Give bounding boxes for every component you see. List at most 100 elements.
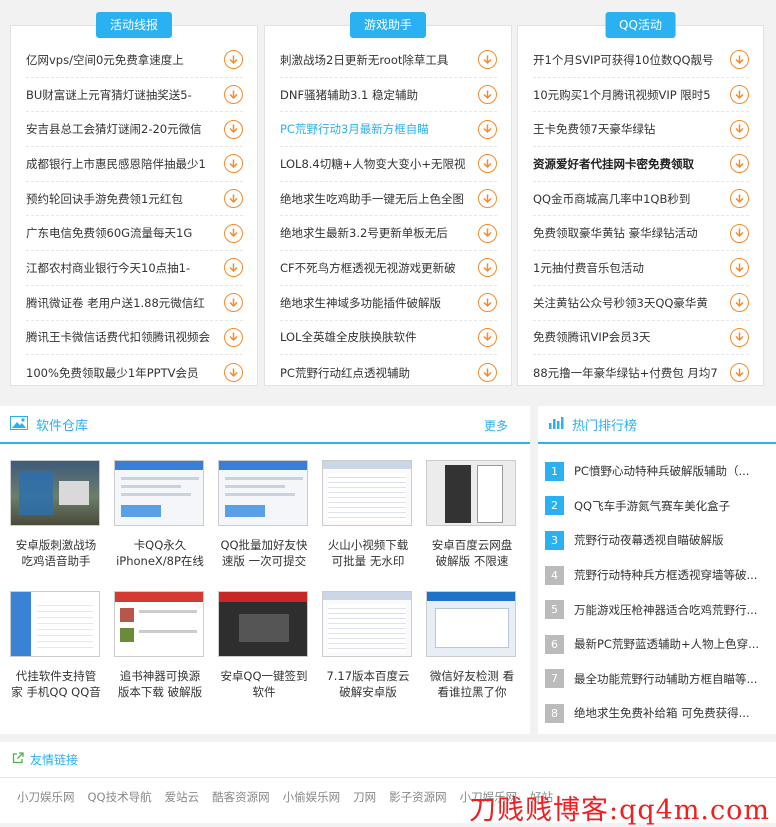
item-title[interactable]: 88元撸一年豪华绿钻+付费包 月均7: [533, 365, 718, 381]
download-icon[interactable]: [730, 327, 749, 347]
ranking-item[interactable]: 2 QQ飞车手游氮气赛车美化盒子: [545, 489, 771, 524]
list-item[interactable]: 广东电信免费领60G流量每天1G: [26, 216, 243, 252]
item-title[interactable]: 亿网vps/空间0元免费拿速度上: [26, 52, 184, 68]
software-caption[interactable]: 火山小视频下载 可批量 无水印: [318, 537, 418, 569]
item-title[interactable]: PC荒野行动3月最新方框自瞄: [280, 121, 429, 137]
ranking-item[interactable]: 6 最新PC荒野蓝透辅助+人物上色穿...: [545, 627, 771, 662]
software-thumbnail[interactable]: [322, 591, 412, 657]
ranking-item[interactable]: 1 PC憤野心动特种兵破解版辅助（...: [545, 454, 771, 489]
software-card[interactable]: QQ批量加好友快 速版 一次可提交: [218, 460, 310, 569]
ranking-title[interactable]: 荒野行动夜幕透视自瞄破解版: [574, 532, 762, 548]
caption-line[interactable]: 火山小视频下载: [318, 537, 418, 553]
software-card[interactable]: 7.17版本百度云 破解安卓版: [322, 591, 414, 700]
download-icon[interactable]: [730, 293, 749, 313]
download-icon[interactable]: [224, 119, 243, 139]
friend-link[interactable]: 刀网: [353, 789, 376, 805]
download-icon[interactable]: [730, 154, 749, 174]
list-item[interactable]: 江都农村商业银行今天10点抽1-: [26, 251, 243, 286]
item-title[interactable]: CF不死鸟方框透视无视游戏更新破: [280, 260, 456, 276]
software-thumbnail[interactable]: [426, 591, 516, 657]
download-icon[interactable]: [478, 189, 497, 209]
software-card[interactable]: 卡QQ永久 iPhoneX/8P在线: [114, 460, 206, 569]
software-card[interactable]: 安卓版刺激战场 吃鸡语音助手: [10, 460, 102, 569]
download-icon[interactable]: [478, 258, 497, 278]
software-caption[interactable]: 安卓版刺激战场 吃鸡语音助手: [6, 537, 106, 569]
software-caption[interactable]: 安卓QQ一键签到 软件: [214, 668, 314, 700]
caption-line[interactable]: 微信好友检测 看: [422, 668, 522, 684]
caption-line[interactable]: 可批量 无水印: [318, 553, 418, 569]
caption-line[interactable]: 7.17版本百度云: [318, 668, 418, 684]
software-card[interactable]: 火山小视频下载 可批量 无水印: [322, 460, 414, 569]
ranking-item[interactable]: 3 荒野行动夜幕透视自瞄破解版: [545, 523, 771, 558]
list-item[interactable]: 资源爱好者代挂网卡密免费领取: [533, 147, 749, 182]
list-item[interactable]: 10元购买1个月腾讯视频VIP 限时5: [533, 78, 749, 113]
list-item[interactable]: LOL8.4切糖+人物变大变小+无限视: [280, 147, 497, 182]
friend-link[interactable]: 酷客资源网: [212, 789, 270, 805]
software-thumbnail[interactable]: [322, 460, 412, 526]
download-icon[interactable]: [478, 154, 497, 174]
ranking-title[interactable]: 荒野行动特种兵方框透视穿墙等破...: [574, 567, 762, 583]
software-caption[interactable]: 7.17版本百度云 破解安卓版: [318, 668, 418, 700]
column-title[interactable]: 活动线报: [95, 12, 173, 38]
item-title[interactable]: 王卡免费领7天豪华绿钻: [533, 121, 655, 137]
friend-link[interactable]: 影子资源网: [389, 789, 447, 805]
download-icon[interactable]: [730, 363, 749, 383]
list-item[interactable]: CF不死鸟方框透视无视游戏更新破: [280, 251, 497, 286]
caption-line[interactable]: iPhoneX/8P在线: [110, 553, 210, 569]
list-item[interactable]: 绝地求生神域多功能插件破解版: [280, 286, 497, 321]
software-thumbnail[interactable]: [426, 460, 516, 526]
friend-link[interactable]: QQ技术导航: [88, 789, 152, 805]
friend-link[interactable]: 小刀娱乐网: [17, 789, 75, 805]
column-title[interactable]: QQ活动: [605, 12, 676, 38]
item-title[interactable]: 刺激战场2日更新无root除草工具: [280, 52, 448, 68]
item-title[interactable]: 资源爱好者代挂网卡密免费领取: [533, 156, 694, 172]
friend-link[interactable]: 小偷娱乐网: [283, 789, 341, 805]
item-title[interactable]: 腾讯王卡微信话费代扣领腾讯视频会: [26, 329, 210, 345]
item-title[interactable]: DNF骚猪辅助3.1 稳定辅助: [280, 87, 418, 103]
ranking-title[interactable]: 万能游戏压枪神器适合吃鸡荒野行...: [574, 602, 762, 618]
ranking-item[interactable]: 7 最全功能荒野行动辅助方框自瞄等...: [545, 662, 771, 697]
download-icon[interactable]: [224, 223, 243, 243]
download-icon[interactable]: [224, 258, 243, 278]
software-caption[interactable]: 代挂软件支持管家 手机QQ QQ音: [6, 668, 106, 700]
software-caption[interactable]: 追书神器可换源 版本下载 破解版: [110, 668, 210, 700]
item-title[interactable]: 开1个月SVIP可获得10位数QQ靓号: [533, 52, 714, 68]
download-icon[interactable]: [478, 327, 497, 347]
list-item[interactable]: 免费领腾讯VIP会员3天: [533, 321, 749, 356]
download-icon[interactable]: [730, 189, 749, 209]
ranking-title[interactable]: QQ飞车手游氮气赛车美化盒子: [574, 498, 762, 514]
list-item[interactable]: 成都银行上市惠民感恩陪伴抽最少1: [26, 147, 243, 182]
list-item[interactable]: 亿网vps/空间0元免费拿速度上: [26, 43, 243, 78]
list-item[interactable]: 腾讯王卡微信话费代扣领腾讯视频会: [26, 321, 243, 356]
list-item[interactable]: BU财富谜上元宵猜灯谜抽奖送5-: [26, 78, 243, 113]
list-item[interactable]: 安吉县总工会猜灯谜闹2-20元微信: [26, 112, 243, 148]
list-item[interactable]: LOL全英雄全皮肤换肤软件: [280, 321, 497, 356]
software-caption[interactable]: 安卓百度云网盘 破解版 不限速: [422, 537, 522, 569]
software-caption[interactable]: 微信好友检测 看看谁拉黑了你: [422, 668, 522, 700]
column-title[interactable]: 游戏助手: [349, 12, 427, 38]
list-item[interactable]: 刺激战场2日更新无root除草工具: [280, 43, 497, 78]
list-item[interactable]: QQ金币商城高几率中1QB秒到: [533, 182, 749, 217]
software-card[interactable]: 代挂软件支持管家 手机QQ QQ音: [10, 591, 102, 700]
download-icon[interactable]: [224, 85, 243, 105]
software-thumbnail[interactable]: [10, 591, 100, 657]
item-title[interactable]: 1元抽付费音乐包活动: [533, 260, 644, 276]
caption-line[interactable]: 速版 一次可提交: [214, 553, 314, 569]
download-icon[interactable]: [224, 189, 243, 209]
item-title[interactable]: 安吉县总工会猜灯谜闹2-20元微信: [26, 121, 202, 137]
list-item[interactable]: PC荒野行动3月最新方框自瞄: [280, 112, 497, 148]
software-thumbnail[interactable]: [10, 460, 100, 526]
list-item[interactable]: 绝地求生吃鸡助手一键无后上色全图: [280, 182, 497, 217]
item-title[interactable]: LOL全英雄全皮肤换肤软件: [280, 329, 416, 345]
software-thumbnail[interactable]: [218, 591, 308, 657]
caption-line[interactable]: 卡QQ永久: [110, 537, 210, 553]
caption-line[interactable]: 安卓百度云网盘: [422, 537, 522, 553]
software-caption[interactable]: 卡QQ永久 iPhoneX/8P在线: [110, 537, 210, 569]
caption-line[interactable]: 吃鸡语音助手: [6, 553, 106, 569]
item-title[interactable]: 关注黄钻公众号秒领3天QQ豪华黄: [533, 295, 708, 311]
ranking-item[interactable]: 4 荒野行动特种兵方框透视穿墙等破...: [545, 558, 771, 593]
list-item[interactable]: 关注黄钻公众号秒领3天QQ豪华黄: [533, 286, 749, 321]
item-title[interactable]: 绝地求生神域多功能插件破解版: [280, 295, 441, 311]
item-title[interactable]: LOL8.4切糖+人物变大变小+无限视: [280, 156, 466, 172]
item-title[interactable]: 成都银行上市惠民感恩陪伴抽最少1: [26, 156, 206, 172]
